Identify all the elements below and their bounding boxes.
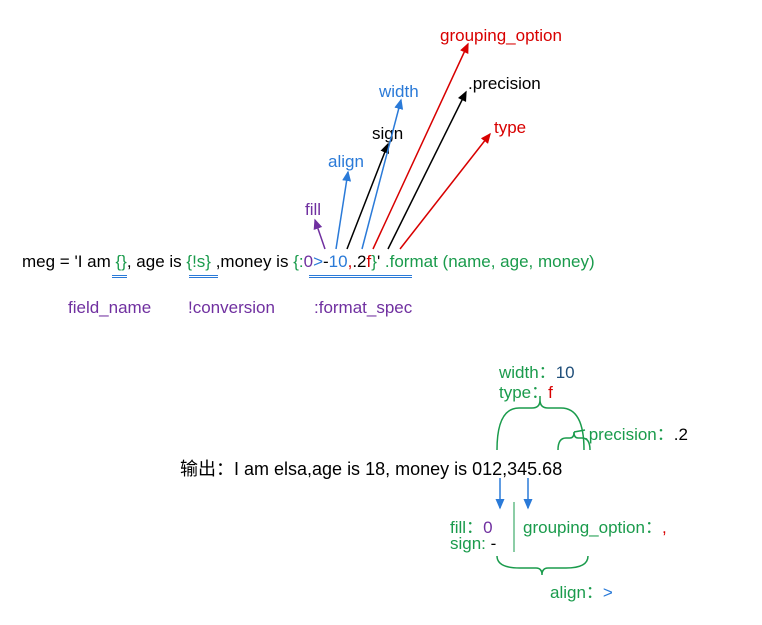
brace-width-type — [497, 400, 584, 450]
label-type: type — [494, 118, 526, 138]
right-type-val: f — [548, 383, 553, 402]
arrow-align — [336, 172, 348, 249]
output-text: I am elsa,age is 18, money is 012,345.68 — [234, 459, 562, 479]
right-precision: .precision：.2 — [584, 420, 688, 445]
bottom-sign-key: sign: — [450, 534, 491, 553]
bottom-sign-val: - — [491, 534, 497, 553]
code-meg: meg = 'I am — [22, 252, 115, 271]
bottom-sign: sign: - — [450, 534, 496, 554]
arrow-type — [400, 134, 490, 249]
bottom-align-key: align： — [550, 583, 603, 602]
right-precision-key: .precision： — [584, 425, 674, 444]
arrow-precision — [388, 92, 466, 249]
label-precision: .precision — [468, 74, 541, 94]
label-sign: sign — [372, 124, 403, 144]
bottom-grouping: grouping_option：, — [523, 513, 667, 538]
output-line: 输出：I am elsa,age is 18, money is 012,345… — [180, 455, 562, 481]
underline-field-name — [112, 275, 127, 278]
arrow-grouping — [373, 44, 468, 249]
right-type: type：f — [499, 378, 553, 403]
caption-conversion: !conversion — [188, 298, 275, 318]
caption-field-name: field_name — [68, 298, 151, 318]
label-align: align — [328, 152, 364, 172]
label-grouping-option: grouping_option — [440, 26, 562, 46]
code-args: (name, age, money) — [443, 252, 595, 271]
arrow-width — [362, 100, 401, 249]
right-precision-val: .2 — [674, 425, 688, 444]
spec-width: 10 — [329, 252, 348, 271]
brace-open: {: — [293, 252, 303, 271]
underline-conversion — [189, 275, 218, 278]
label-width: width — [379, 82, 419, 102]
code-after: ' — [377, 252, 385, 271]
brace-align-final — [497, 556, 588, 575]
label-fill: fill — [305, 200, 321, 220]
bottom-grouping-key: grouping_option： — [523, 518, 662, 537]
right-type-key: type： — [499, 383, 548, 402]
code-format: .format — [385, 252, 443, 271]
code-line: meg = 'I am {}, age is {!s} ,money is {:… — [22, 252, 595, 272]
spec-align: > — [313, 252, 323, 271]
code-age: , age is — [127, 252, 187, 271]
spec-prec: .2 — [352, 252, 366, 271]
spec-fill: 0 — [304, 252, 313, 271]
arrow-fill — [315, 220, 325, 249]
output-prefix: 输出： — [180, 459, 234, 479]
brace-field-name: {} — [115, 252, 126, 271]
underline-format-spec — [309, 275, 412, 278]
bottom-grouping-val: , — [662, 518, 667, 537]
bottom-align: align：> — [550, 578, 613, 603]
brace-conversion: {!s} — [186, 252, 211, 271]
right-width-val: 10 — [556, 363, 575, 382]
bottom-align-val: > — [603, 583, 613, 602]
code-money: ,money is — [211, 252, 293, 271]
caption-format-spec: :format_spec — [314, 298, 412, 318]
